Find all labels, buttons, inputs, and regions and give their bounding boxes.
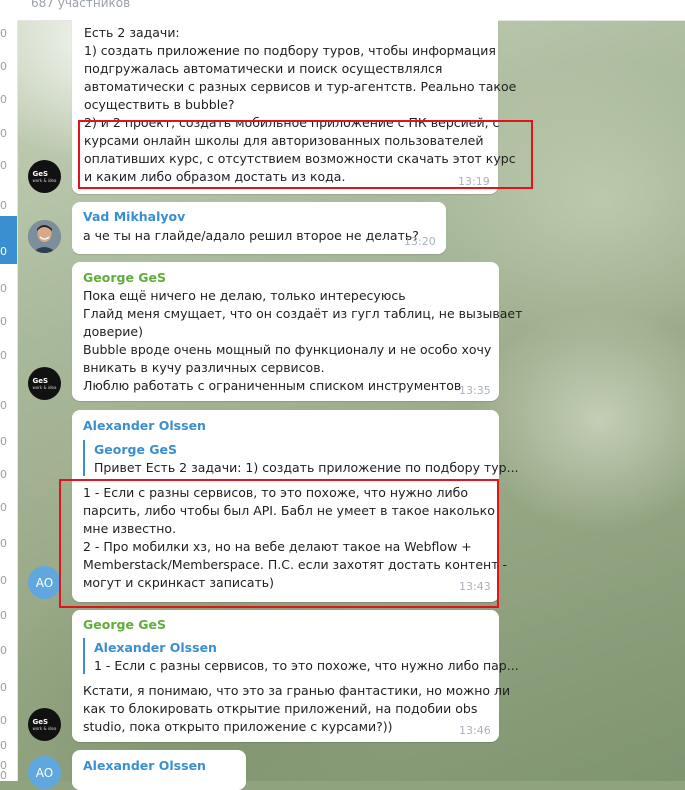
message-author[interactable]: Alexander Olssen bbox=[83, 758, 206, 773]
message-time: 13:35 bbox=[459, 384, 491, 397]
reply-quote-bar bbox=[83, 638, 85, 674]
chat-list-time-fragment: 0 bbox=[0, 681, 7, 694]
message-line: а че ты на глайде/адало решил второе не … bbox=[83, 228, 419, 243]
message-author[interactable]: Alexander Olssen bbox=[83, 418, 206, 433]
message-line: Глайд меня смущает, что он создаёт из гу… bbox=[83, 306, 523, 321]
message-time: 13:20 bbox=[404, 235, 436, 248]
ges-logo-subtext: work & idea bbox=[32, 726, 57, 731]
chat-list-time-fragment: 0 bbox=[0, 245, 7, 258]
message-time: 13:46 bbox=[459, 724, 491, 737]
reply-quote-author[interactable]: Alexander Olssen bbox=[94, 640, 217, 655]
message-line: вникать в кучу различных сервисов. bbox=[83, 360, 325, 375]
reply-quote-bar bbox=[83, 440, 85, 476]
chat-list-strip[interactable]: 00000000000000000000000 bbox=[0, 0, 18, 782]
chat-list-time-fragment: 0 bbox=[0, 537, 7, 550]
chat-list-time-fragment: 0 bbox=[0, 609, 7, 622]
message-bubble[interactable]: Vad Mikhalyov а че ты на глайде/адало ре… bbox=[72, 202, 446, 254]
chat-list-time-fragment: 0 bbox=[0, 714, 7, 727]
chat-list-time-fragment: 0 bbox=[0, 399, 7, 412]
ges-logo-text: GeS bbox=[32, 377, 49, 385]
chat-list-time-fragment: 0 bbox=[0, 739, 7, 752]
chat-list-time-fragment: 0 bbox=[0, 769, 7, 782]
chat-list-time-fragment: 0 bbox=[0, 644, 7, 657]
chat-list-time-fragment: 0 bbox=[0, 282, 7, 295]
message-line: Bubble вроде очень мощный по функционалу… bbox=[83, 342, 492, 357]
avatar[interactable]: AO bbox=[28, 566, 61, 599]
message-author[interactable]: George GeS bbox=[83, 617, 166, 632]
reply-quote-author[interactable]: George GeS bbox=[94, 442, 177, 457]
chat-list-time-fragment: 0 bbox=[0, 159, 7, 172]
highlight-box bbox=[59, 479, 499, 608]
message-line: Есть 2 задачи: bbox=[84, 25, 180, 40]
highlight-box bbox=[78, 120, 533, 189]
reply-quote-text[interactable]: 1 - Если с разны сервисов, то это похоже… bbox=[94, 658, 519, 673]
message-line: Пока ещё ничего не делаю, только интерес… bbox=[83, 288, 406, 303]
chat-list-time-fragment: 0 bbox=[0, 574, 7, 587]
chat-list-time-fragment: 0 bbox=[0, 199, 7, 212]
avatar[interactable]: GeS work & idea bbox=[28, 708, 61, 741]
ges-logo-subtext: work & idea bbox=[32, 385, 57, 390]
message-line: автоматически с разных сервисов и тур-аг… bbox=[84, 79, 517, 94]
chat-list-time-fragment: 0 bbox=[0, 501, 7, 514]
chat-list-time-fragment: 0 bbox=[0, 468, 7, 481]
ges-logo-subtext: work & idea bbox=[32, 178, 57, 183]
chat-list-time-fragment: 0 bbox=[0, 60, 7, 73]
chat-list-time-fragment: 0 bbox=[0, 315, 7, 328]
message-bubble[interactable]: George GeS Alexander Olssen 1 - Если с р… bbox=[72, 610, 519, 742]
reply-quote-text[interactable]: Привет Есть 2 задачи: 1) создать приложе… bbox=[94, 460, 519, 475]
message-line: studio, пока открыто приложение с курсам… bbox=[83, 719, 393, 734]
chat-header: 687 участников bbox=[17, 0, 685, 21]
message-bubble[interactable]: George GeS Пока ещё ничего не делаю, тол… bbox=[72, 262, 522, 401]
member-count: 687 участников bbox=[31, 0, 131, 10]
user-photo-icon bbox=[28, 220, 61, 253]
message-line: Люблю работать с ограниченным списком ин… bbox=[83, 378, 462, 393]
message-line: 1) создать приложение по подбору туров, … bbox=[84, 43, 496, 58]
message-line: подгружалась автоматически и поиск осуще… bbox=[84, 61, 443, 76]
chat-list-time-fragment: 0 bbox=[0, 27, 7, 40]
message-line: осуществить в bubble? bbox=[84, 97, 235, 112]
message-line: доверие) bbox=[83, 324, 143, 339]
message-author[interactable]: George GeS bbox=[83, 270, 166, 285]
chat-list-time-fragment: 0 bbox=[0, 349, 7, 362]
message-line: как то блокировать открытие приложений, … bbox=[83, 701, 478, 716]
avatar[interactable]: AO bbox=[28, 756, 61, 789]
avatar[interactable] bbox=[28, 220, 61, 253]
message-line: Кстати, я понимаю, что это за гранью фан… bbox=[83, 683, 511, 698]
avatar[interactable]: GeS work & idea bbox=[28, 160, 61, 193]
message-bubble[interactable]: Alexander Olssen bbox=[72, 750, 246, 790]
chat-list-time-fragment: 0 bbox=[0, 435, 7, 448]
ges-logo-text: GeS bbox=[32, 170, 49, 178]
chat-list-time-fragment: 0 bbox=[0, 93, 7, 106]
avatar[interactable]: GeS work & idea bbox=[28, 367, 61, 400]
chat-list-time-fragment: 0 bbox=[0, 127, 7, 140]
ges-logo-text: GeS bbox=[32, 718, 49, 726]
message-author[interactable]: Vad Mikhalyov bbox=[83, 209, 185, 224]
